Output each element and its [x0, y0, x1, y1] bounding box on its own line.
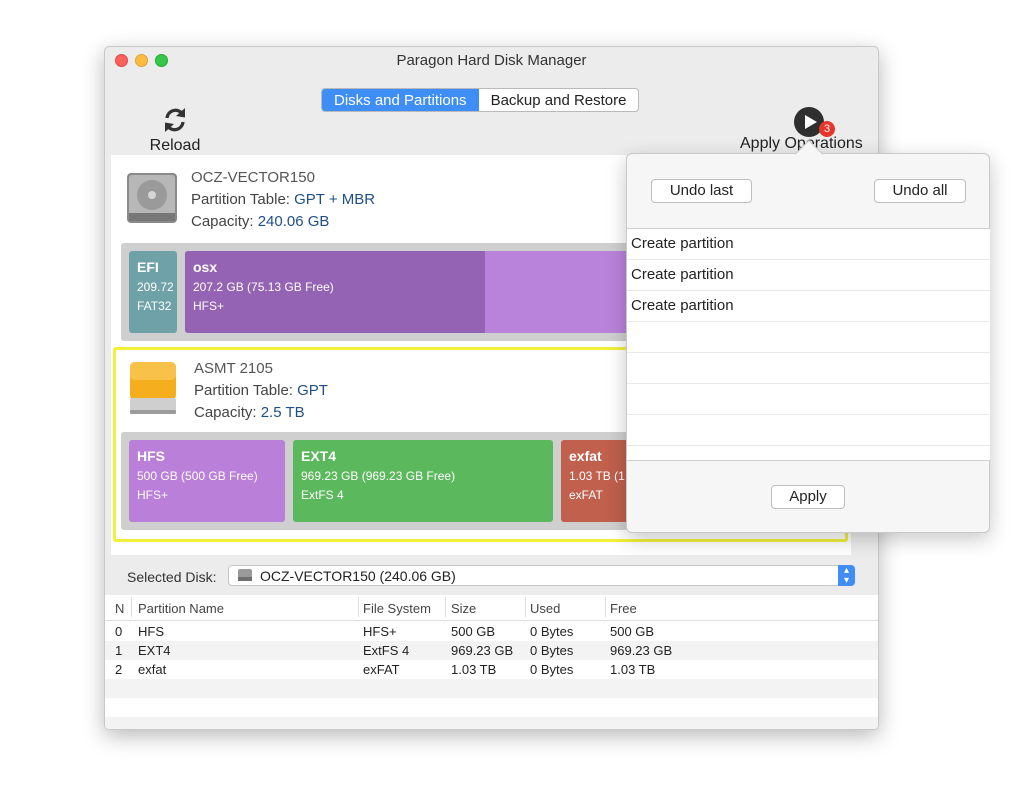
table-row[interactable]: 2 exfat exFAT 1.03 TB 0 Bytes 1.03 TB — [105, 660, 878, 679]
cell-n: 0 — [115, 624, 123, 639]
disk-partition-table: Partition Table: GPT — [194, 382, 328, 399]
cell-partition-name: HFS — [138, 624, 164, 639]
partition-ext4[interactable]: EXT4 969.23 GB (969.23 GB Free) ExtFS 4 — [293, 440, 553, 522]
partition-table-label: Partition Table: — [194, 382, 293, 399]
partition-fs: HFS+ — [137, 488, 169, 502]
external-drive-icon — [130, 362, 176, 414]
window-title: Paragon Hard Disk Manager — [396, 52, 587, 69]
reload-icon — [165, 108, 185, 132]
capacity-value: 2.5 TB — [260, 404, 305, 421]
partition-table-value: GPT — [297, 382, 328, 399]
disk-partition-table: Partition Table: GPT + MBR — [191, 191, 375, 208]
operation-label: Create partition — [631, 297, 734, 314]
partition-hfs[interactable]: HFS 500 GB (500 GB Free) HFS+ — [129, 440, 285, 522]
hard-drive-icon — [127, 173, 177, 223]
partition-osx[interactable]: osx 207.2 GB (75.13 GB Free) HFS+ — [185, 251, 655, 333]
cell-n: 1 — [115, 643, 123, 658]
column-header-n[interactable]: N — [115, 601, 124, 616]
disk-name: OCZ-VECTOR150 — [191, 169, 315, 186]
cell-n: 2 — [115, 662, 123, 677]
partition-table-label: Partition Table: — [191, 191, 290, 208]
disk-capacity: Capacity: 2.5 TB — [194, 404, 305, 421]
partition-name: osx — [193, 259, 218, 275]
column-header-used[interactable]: Used — [530, 601, 560, 616]
partition-efi[interactable]: EFI 209.72 FAT32 — [129, 251, 177, 333]
operations-list: Create partition Create partition Create… — [627, 228, 990, 461]
partition-table: N Partition Name File System Size Used F… — [105, 595, 878, 729]
cell-size: 969.23 GB — [451, 643, 514, 658]
column-header-file-system[interactable]: File System — [363, 601, 431, 616]
partition-fs: ExtFS 4 — [301, 488, 344, 502]
partition-size: 500 GB (500 GB Free) — [137, 469, 258, 483]
column-separator — [131, 597, 132, 617]
selected-disk-row: Selected Disk: OCZ-VECTOR150 (240.06 GB)… — [105, 559, 878, 595]
reload-label: Reload — [149, 137, 201, 154]
table-row-empty — [105, 717, 878, 729]
apply-button[interactable]: Apply — [771, 485, 845, 509]
operations-popover: Undo last Undo all Create partition Crea… — [626, 139, 990, 533]
selected-disk-label: Selected Disk: — [127, 569, 217, 585]
cell-used: 0 Bytes — [530, 662, 574, 677]
cell-partition-name: EXT4 — [138, 643, 171, 658]
capacity-label: Capacity: — [194, 404, 257, 421]
list-item-empty — [627, 415, 990, 446]
cell-partition-name: exfat — [138, 662, 167, 677]
column-header-size[interactable]: Size — [451, 601, 476, 616]
operation-label: Create partition — [631, 266, 734, 283]
disk-name: ASMT 2105 — [194, 360, 273, 377]
partition-size: 209.72 — [137, 280, 174, 294]
cell-free: 969.23 GB — [610, 643, 673, 658]
table-row-empty — [105, 679, 878, 698]
partition-name: EFI — [137, 259, 159, 275]
selected-disk-value: OCZ-VECTOR150 (240.06 GB) — [260, 568, 456, 584]
disk-capacity: Capacity: 240.06 GB — [191, 213, 329, 230]
capacity-value: 240.06 GB — [257, 213, 330, 230]
partition-size: 207.2 GB (75.13 GB Free) — [193, 280, 334, 294]
partition-size: 969.23 GB (969.23 GB Free) — [301, 469, 456, 483]
list-item[interactable]: Create partition — [627, 291, 990, 322]
table-row[interactable]: 0 HFS HFS+ 500 GB 0 Bytes 500 GB — [105, 622, 878, 641]
chevron-up-down-icon: ▴ ▾ — [838, 565, 855, 586]
cell-used: 0 Bytes — [530, 624, 574, 639]
operation-label: Create partition — [631, 235, 734, 252]
partition-table-value: GPT + MBR — [294, 191, 376, 208]
partition-fs: HFS+ — [193, 299, 225, 313]
column-header-partition-name[interactable]: Partition Name — [138, 601, 224, 616]
list-item-empty — [627, 353, 990, 384]
cell-used: 0 Bytes — [530, 643, 574, 658]
cell-size: 1.03 TB — [451, 662, 497, 677]
undo-all-button[interactable]: Undo all — [874, 179, 966, 203]
cell-file-system: exFAT — [363, 662, 400, 677]
hard-drive-icon — [238, 569, 252, 581]
table-row[interactable]: 1 EXT4 ExtFS 4 969.23 GB 0 Bytes 969.23 … — [105, 641, 878, 660]
partition-name: HFS — [137, 448, 165, 464]
cell-file-system: ExtFS 4 — [363, 643, 410, 658]
reload-button[interactable]: Reload — [141, 105, 209, 155]
list-item[interactable]: Create partition — [627, 229, 990, 260]
cell-free: 1.03 TB — [610, 662, 656, 677]
list-item[interactable]: Create partition — [627, 260, 990, 291]
cell-free: 500 GB — [610, 624, 655, 639]
view-tabs: Disks and Partitions Backup and Restore — [321, 88, 640, 112]
partition-name: EXT4 — [301, 448, 337, 464]
list-item-empty — [627, 322, 990, 353]
tab-disks-and-partitions[interactable]: Disks and Partitions — [322, 89, 479, 111]
undo-last-button[interactable]: Undo last — [651, 179, 752, 203]
table-header: N Partition Name File System Size Used F… — [105, 595, 878, 621]
partition-fs: FAT32 — [137, 299, 172, 313]
column-header-free[interactable]: Free — [610, 601, 637, 616]
column-separator — [445, 597, 446, 617]
cell-size: 500 GB — [451, 624, 496, 639]
cell-file-system: HFS+ — [363, 624, 397, 639]
column-separator — [358, 597, 359, 617]
title-bar: Paragon Hard Disk Manager — [105, 47, 878, 75]
capacity-label: Capacity: — [191, 213, 254, 230]
column-separator — [525, 597, 526, 617]
column-separator — [605, 597, 606, 617]
tab-backup-and-restore[interactable]: Backup and Restore — [479, 89, 639, 111]
list-item-empty — [627, 384, 990, 415]
selected-disk-select[interactable]: OCZ-VECTOR150 (240.06 GB) ▴ ▾ — [228, 565, 855, 586]
